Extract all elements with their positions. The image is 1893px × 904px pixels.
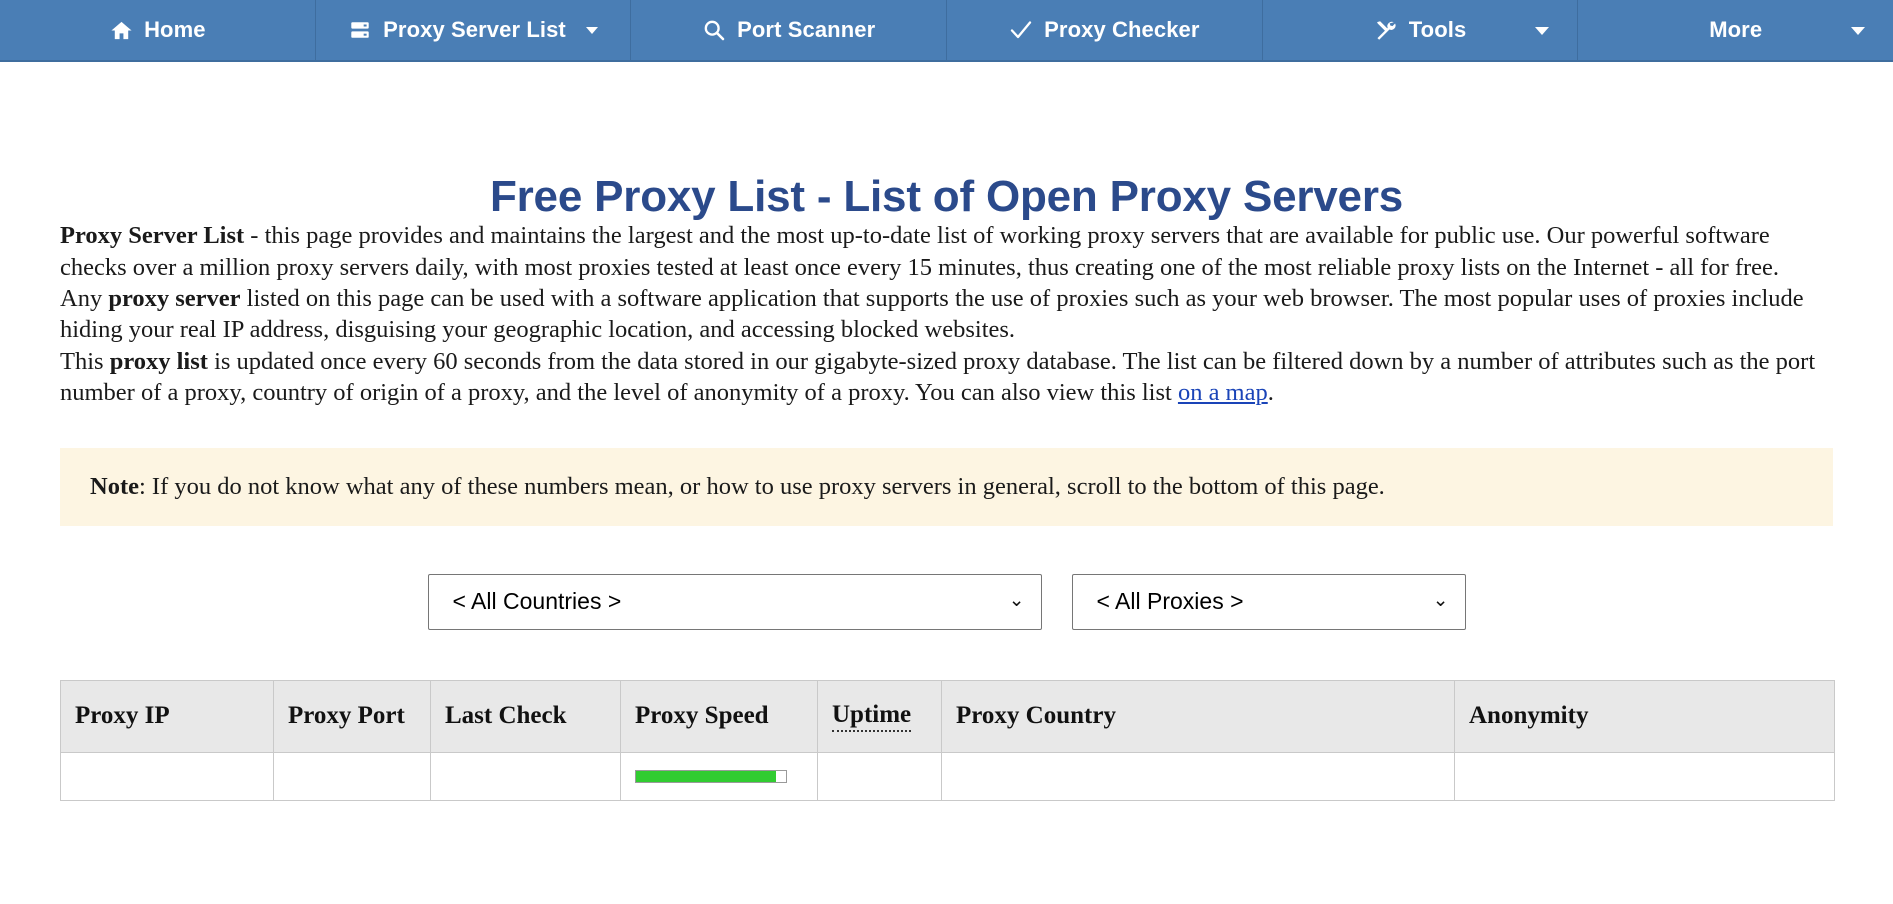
check-icon: [1009, 18, 1033, 42]
cell-anonymity: [1454, 752, 1835, 801]
nav-item-more[interactable]: More: [1578, 0, 1893, 60]
column-header-proxy-port-label: Proxy Port: [288, 702, 405, 730]
main-navigation: Home Proxy Server List Port Scanner Prox…: [0, 0, 1893, 62]
paragraph-2-lead: proxy server: [108, 284, 241, 312]
paragraph-3-text: is updated once every 60 seconds from th…: [60, 347, 1816, 406]
on-a-map-link[interactable]: on a map: [1178, 379, 1268, 406]
nav-label-proxy-server-list: Proxy Server List: [383, 17, 566, 42]
page-content: Free Proxy List - List of Open Proxy Ser…: [0, 62, 1893, 801]
cell-last-check: [430, 752, 621, 801]
proxy-filter-wrap: < All Proxies > ⌄: [1071, 573, 1466, 630]
table-row[interactable]: [60, 752, 1835, 801]
column-header-anonymity[interactable]: Anonymity: [1454, 679, 1835, 753]
cell-uptime: [817, 752, 942, 801]
home-icon: [109, 18, 133, 42]
column-header-uptime-label: Uptime: [832, 701, 912, 732]
column-header-proxy-speed-label: Proxy Speed: [635, 702, 769, 730]
intro-paragraph-3: This proxy list is updated once every 60…: [60, 346, 1833, 409]
note-label: Note: [90, 473, 139, 501]
nav-label-more: More: [1709, 17, 1763, 42]
proxy-table-head: Proxy IP Proxy Port Last Check Proxy Spe…: [60, 679, 1835, 753]
nav-item-home[interactable]: Home: [0, 0, 316, 60]
paragraph-3-end: .: [1267, 378, 1274, 406]
proxy-type-select[interactable]: < All Proxies >: [1071, 573, 1466, 630]
chevron-down-icon: [1535, 27, 1550, 35]
nav-label-proxy-checker: Proxy Checker: [1044, 17, 1200, 42]
column-header-last-check[interactable]: Last Check: [430, 679, 621, 753]
intro-paragraph-2: Any proxy server listed on this page can…: [60, 283, 1833, 346]
column-header-proxy-ip-label: Proxy IP: [75, 702, 170, 730]
column-header-last-check-label: Last Check: [445, 702, 567, 730]
paragraph-3-lead: proxy list: [109, 347, 208, 375]
filter-controls: < All Countries > ⌄ < All Proxies > ⌄: [60, 573, 1833, 630]
paragraph-2-text: listed on this page can be used with a s…: [60, 284, 1804, 344]
nav-item-proxy-server-list[interactable]: Proxy Server List: [316, 0, 632, 60]
column-header-proxy-country-label: Proxy Country: [956, 702, 1116, 730]
tools-icon: [1374, 18, 1398, 42]
speed-bar: [635, 769, 787, 783]
server-icon: [348, 18, 372, 42]
nav-item-proxy-checker[interactable]: Proxy Checker: [947, 0, 1263, 60]
nav-label-port-scanner: Port Scanner: [737, 17, 876, 42]
column-header-uptime[interactable]: Uptime: [817, 679, 942, 753]
column-header-proxy-port[interactable]: Proxy Port: [273, 679, 431, 753]
cell-proxy-ip: [60, 752, 274, 801]
search-icon: [702, 18, 726, 42]
chevron-down-icon: [1851, 27, 1866, 35]
note-box: Note: If you do not know what any of the…: [60, 448, 1833, 526]
nav-label-tools: Tools: [1408, 17, 1467, 42]
paragraph-1-text: - this page provides and maintains the l…: [60, 222, 1780, 281]
cell-proxy-speed: [620, 752, 818, 801]
page-title: Free Proxy List - List of Open Proxy Ser…: [489, 172, 1404, 221]
cell-proxy-country: [941, 752, 1455, 801]
note-text: : If you do not know what any of these n…: [138, 473, 1385, 501]
column-header-proxy-speed[interactable]: Proxy Speed: [620, 679, 818, 753]
nav-item-port-scanner[interactable]: Port Scanner: [631, 0, 948, 60]
paragraph-2-prefix: Any: [60, 284, 109, 312]
table-header-row: Proxy IP Proxy Port Last Check Proxy Spe…: [60, 679, 1835, 753]
column-header-anonymity-label: Anonymity: [1469, 702, 1589, 730]
country-filter-wrap: < All Countries > ⌄: [427, 573, 1042, 630]
nav-item-tools[interactable]: Tools: [1263, 0, 1579, 60]
nav-label-home: Home: [144, 17, 206, 42]
proxy-table-body: [60, 752, 1835, 801]
column-header-proxy-country[interactable]: Proxy Country: [941, 679, 1455, 753]
paragraph-3-prefix: This: [60, 347, 110, 375]
intro-paragraph-1: Proxy Server List - this page provides a…: [60, 220, 1833, 283]
country-select[interactable]: < All Countries >: [427, 573, 1042, 630]
paragraph-1-lead: Proxy Server List: [60, 222, 245, 250]
proxy-table: Proxy IP Proxy Port Last Check Proxy Spe…: [60, 679, 1835, 801]
proxy-table-wrap: Proxy IP Proxy Port Last Check Proxy Spe…: [60, 679, 1835, 801]
chevron-down-icon: [585, 26, 598, 34]
column-header-proxy-ip[interactable]: Proxy IP: [60, 679, 274, 753]
cell-proxy-port: [273, 752, 431, 801]
speed-bar-fill: [636, 770, 776, 782]
